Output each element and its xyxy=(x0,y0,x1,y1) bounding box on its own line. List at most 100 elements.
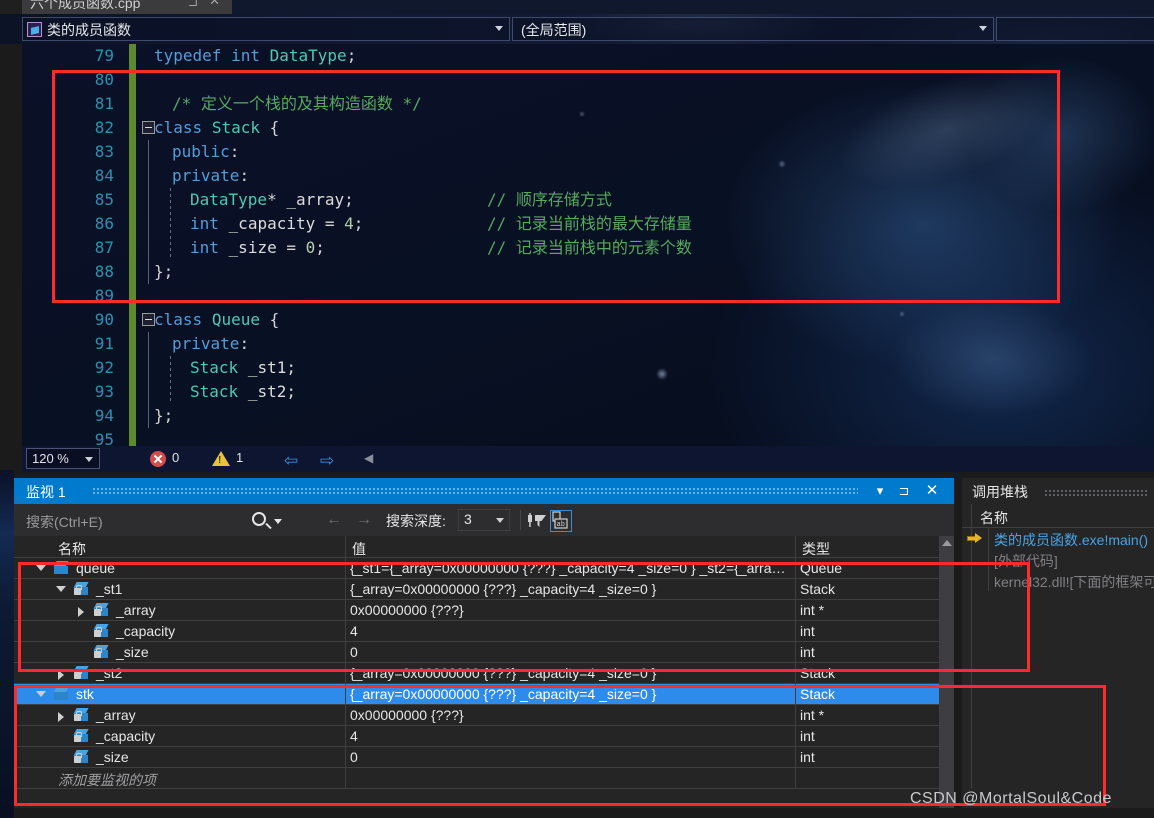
watch-row-value[interactable]: 4 xyxy=(350,728,790,744)
search-icon[interactable] xyxy=(252,512,266,526)
watch-row-value[interactable]: {_array=0x00000000 {???} _capacity=4 _si… xyxy=(350,686,790,702)
zoom-level-dropdown[interactable]: 120 % xyxy=(26,448,100,469)
watch-row-value[interactable]: {_array=0x00000000 {???} _capacity=4 _si… xyxy=(350,665,790,681)
pin-icon[interactable]: ⊐ xyxy=(894,481,914,501)
column-header-type[interactable]: 类型 xyxy=(802,539,830,559)
column-divider[interactable] xyxy=(345,536,346,558)
watch-row-name: _size xyxy=(96,749,129,765)
expander-closed-icon[interactable] xyxy=(78,607,84,617)
watch-row-value[interactable]: 0x00000000 {???} xyxy=(350,602,790,618)
code-line[interactable]: 88}; xyxy=(22,260,1154,284)
watch-row-name: stk xyxy=(76,686,94,702)
private-member-icon xyxy=(93,603,109,617)
call-stack-row[interactable]: [外部代码] xyxy=(962,549,1154,570)
change-bar xyxy=(129,236,136,260)
scroll-up-icon[interactable] xyxy=(942,540,952,546)
code-line[interactable]: 87 int _size = 0; // 记录当前栈中的元素个数 xyxy=(22,236,1154,260)
code-line[interactable]: 89 xyxy=(22,284,1154,308)
extra-scope-dropdown[interactable] xyxy=(996,17,1154,41)
watch-row[interactable]: _st1 {_array=0x00000000 {???} _capacity=4… xyxy=(14,579,939,600)
code-line[interactable]: 91 private: xyxy=(22,332,1154,356)
code-line[interactable]: 86 int _capacity = 4; // 记录当前栈的最大存储量 xyxy=(22,212,1154,236)
code-line[interactable]: 92 Stack _st1; xyxy=(22,356,1154,380)
cell-divider xyxy=(345,558,346,579)
expander-open-icon[interactable] xyxy=(36,565,46,571)
class-scope-dropdown[interactable]: 类的成员函数 xyxy=(22,17,510,41)
expander-open-icon[interactable] xyxy=(56,586,66,592)
search-prev-icon[interactable]: ← xyxy=(326,511,342,529)
warning-icon[interactable] xyxy=(212,451,230,466)
cell-divider xyxy=(795,684,796,705)
pin-icon[interactable]: ⊐ xyxy=(188,0,198,9)
scrollbar-thumb[interactable] xyxy=(939,558,954,798)
watch-row[interactable]: _size 0 int xyxy=(14,747,939,768)
watch-vertical-scrollbar[interactable] xyxy=(939,536,954,808)
watch-row-value[interactable]: 0 xyxy=(350,749,790,765)
error-icon[interactable] xyxy=(150,451,166,467)
code-editor[interactable]: 79 typedef int DataType; 80 81 /* 定义一个栈的及其构造… xyxy=(22,44,1154,446)
call-stack-row[interactable]: kernel32.dll![下面的框架可… xyxy=(962,570,1154,591)
close-icon[interactable]: ✕ xyxy=(922,481,942,501)
line-number: 93 xyxy=(94,382,114,401)
call-stack-row[interactable]: 类的成员函数.exe!main() xyxy=(962,528,1154,549)
code-line[interactable]: 80 xyxy=(22,68,1154,92)
cell-divider xyxy=(795,621,796,642)
code-line[interactable]: 81 /* 定义一个栈的及其构造函数 */ xyxy=(22,92,1154,116)
watch-row[interactable]: stk {_array=0x00000000 {???} _capacity=4 … xyxy=(14,684,939,705)
member-scope-dropdown[interactable]: (全局范围) xyxy=(512,17,994,41)
change-bar xyxy=(129,116,136,140)
code-line[interactable]: 95 xyxy=(22,428,1154,446)
column-header-name[interactable]: 名称 xyxy=(980,508,1008,528)
watch-row-value[interactable]: {_st1={_array=0x00000000 {???} _capacity… xyxy=(350,560,790,576)
search-next-icon[interactable]: → xyxy=(356,511,372,529)
code-text: class Stack { xyxy=(154,118,280,137)
search-input[interactable]: 搜索(Ctrl+E) xyxy=(22,508,294,532)
change-bar xyxy=(129,356,136,380)
tab-title: 六个成员函数.cpp xyxy=(30,0,141,11)
nav-back-icon[interactable]: ⇦ xyxy=(284,451,298,471)
code-line[interactable]: 90 class Queue { xyxy=(22,308,1154,332)
call-stack-frame-label: kernel32.dll![下面的框架可… xyxy=(994,574,1154,590)
editor-tab-cpp-file[interactable]: 六个成员函数.cpp ⊐ ✕ xyxy=(22,0,232,14)
column-header-name[interactable]: 名称 xyxy=(58,539,86,559)
hexadecimal-display-icon[interactable]: ab xyxy=(550,510,572,532)
watch-row[interactable]: _capacity 4 int xyxy=(14,621,939,642)
watch-row-value[interactable]: 0x00000000 {???} xyxy=(350,707,790,723)
expander-closed-icon[interactable] xyxy=(58,670,64,680)
code-line[interactable]: 83 public: xyxy=(22,140,1154,164)
expander-open-icon[interactable] xyxy=(36,691,46,697)
code-line[interactable]: 94}; xyxy=(22,404,1154,428)
watch-toolbar: 搜索(Ctrl+E) ← → 搜索深度: 3 ab xyxy=(14,504,954,536)
call-stack-gutter xyxy=(962,549,989,570)
chevron-down-icon[interactable]: ▾ xyxy=(870,481,890,501)
filter-icon[interactable] xyxy=(528,513,546,529)
search-depth-dropdown[interactable]: 3 xyxy=(458,509,510,531)
code-line[interactable]: 79 typedef int DataType; xyxy=(22,44,1154,68)
watch-row-value[interactable]: {_array=0x00000000 {???} _capacity=4 _si… xyxy=(350,581,790,597)
column-divider[interactable] xyxy=(795,536,796,558)
collapse-icon[interactable]: ◀ xyxy=(364,451,373,465)
member-scope-label: (全局范围) xyxy=(521,22,587,38)
nav-forward-icon[interactable]: ⇨ xyxy=(320,451,334,471)
watch-row-value[interactable]: 4 xyxy=(350,623,790,639)
code-line[interactable]: 84 private: xyxy=(22,164,1154,188)
watch-row[interactable]: _st2 {_array=0x00000000 {???} _capacity=4… xyxy=(14,663,939,684)
svg-text:ab: ab xyxy=(557,521,565,529)
expander-closed-icon[interactable] xyxy=(58,712,64,722)
chevron-down-icon[interactable] xyxy=(274,519,282,524)
cell-divider xyxy=(795,558,796,579)
watch-row[interactable]: _array 0x00000000 {???} int * xyxy=(14,705,939,726)
add-watch-row[interactable]: 添加要监视的项 xyxy=(14,768,939,789)
column-header-value[interactable]: 值 xyxy=(352,539,366,559)
code-line[interactable]: 93 Stack _st2; xyxy=(22,380,1154,404)
code-line[interactable]: 82 class Stack { xyxy=(22,116,1154,140)
watch-row[interactable]: _array 0x00000000 {???} int * xyxy=(14,600,939,621)
watch-row[interactable]: _capacity 4 int xyxy=(14,726,939,747)
watch-row[interactable]: queue {_st1={_array=0x00000000 {???} _cap… xyxy=(14,558,939,579)
watch-row-value[interactable]: 0 xyxy=(350,644,790,660)
code-text: /* 定义一个栈的及其构造函数 */ xyxy=(172,94,422,113)
watch-row[interactable]: _size 0 int xyxy=(14,642,939,663)
indent-guide xyxy=(148,236,149,260)
code-line[interactable]: 85 DataType* _array; // 顺序存储方式 xyxy=(22,188,1154,212)
close-icon[interactable]: ✕ xyxy=(209,0,220,9)
